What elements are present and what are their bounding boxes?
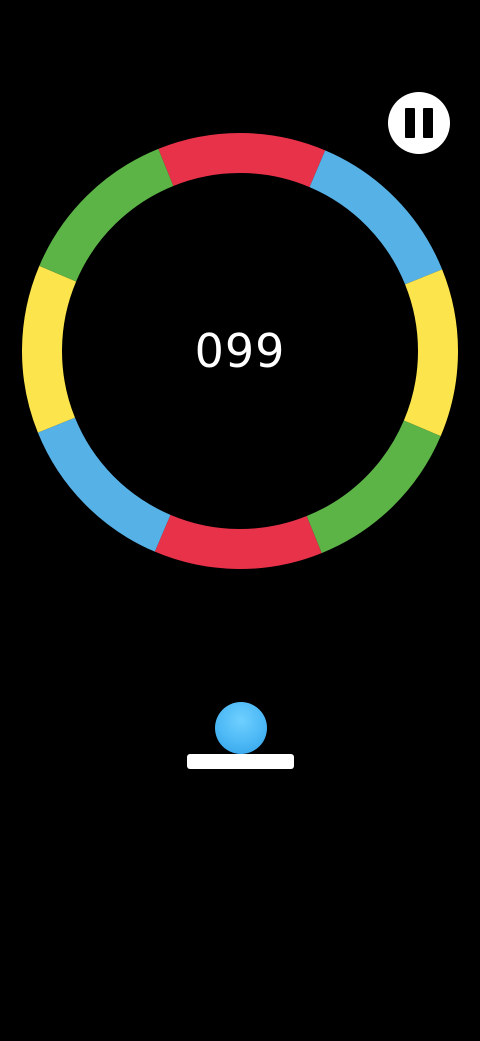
player-ball — [215, 702, 267, 754]
start-platform — [187, 754, 294, 769]
ring-segment-blue — [309, 150, 443, 285]
ring-segment-green — [39, 148, 174, 282]
game-canvas[interactable]: 099 — [0, 0, 480, 1041]
ring-segment-red — [154, 514, 322, 569]
ring-segment-yellow — [22, 265, 77, 433]
ring-segment-green — [306, 420, 441, 554]
ring-segment-yellow — [403, 269, 458, 437]
score-counter: 099 — [194, 324, 286, 378]
ring-segment-blue — [37, 417, 171, 552]
color-ring — [22, 133, 458, 569]
ring-segment-red — [158, 133, 326, 188]
